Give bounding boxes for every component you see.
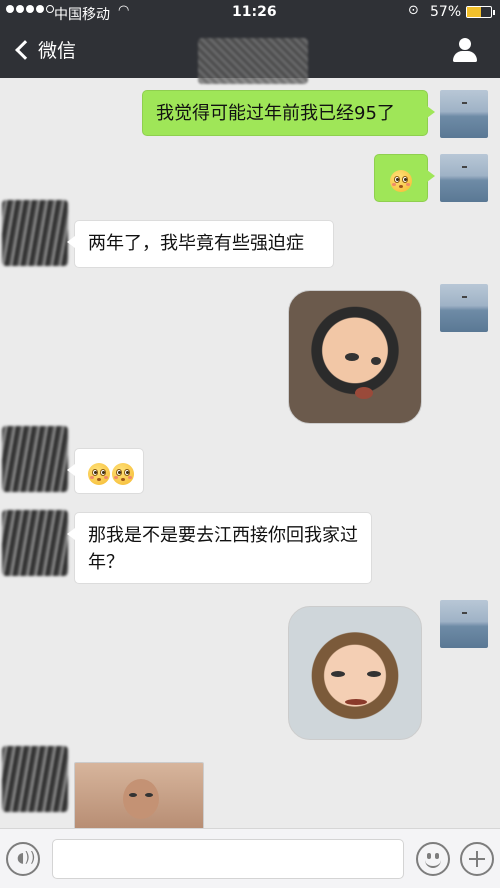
message-text: 两年了，我毕竟有些强迫症 (88, 233, 304, 254)
contact-avatar[interactable] (2, 426, 68, 492)
battery-icon (466, 6, 495, 18)
back-label: 微信 (38, 40, 77, 62)
carrier-label: 中国移动 (54, 7, 110, 23)
message-bubble-other[interactable]: 那我是不是要去江西接你回我家过年？ (67, 512, 372, 584)
back-chevron-icon (15, 39, 35, 60)
message-input[interactable] (52, 839, 404, 879)
top-bar: 中国移动 ◠ 11:26 ⊙ 57% 微信 (0, 0, 500, 84)
battery-percent: 57% (430, 4, 462, 20)
my-avatar[interactable] (440, 600, 488, 648)
rotation-lock-icon: ⊙ (408, 3, 419, 18)
message-text: 那我是不是要去江西接你回我家过年？ (88, 525, 358, 573)
boy-side-eye-sticker[interactable] (288, 290, 422, 424)
voice-icon[interactable]: ◖)) (6, 842, 40, 876)
nav-bar: 微信 (0, 28, 500, 84)
my-avatar[interactable] (440, 154, 488, 202)
wifi-icon: ◠ (118, 3, 130, 18)
message-bubble-other[interactable]: 两年了，我毕竟有些强迫症 (67, 220, 334, 268)
chat-area[interactable]: 我觉得可能过年前我已经95了 两年了，我毕竟有些强迫症 那我是不是要去江西接你回… (0, 78, 500, 828)
my-avatar[interactable] (440, 284, 488, 332)
message-bubble-me[interactable] (374, 154, 435, 202)
message-bubble-other[interactable] (67, 448, 144, 494)
status-bar: 中国移动 ◠ 11:26 ⊙ 57% (0, 0, 500, 26)
input-bar: ◖)) (0, 828, 500, 888)
flushed-emoji-icon (112, 463, 134, 485)
message-bubble-me[interactable]: 我觉得可能过年前我已经95了 (142, 90, 435, 136)
contact-avatar[interactable] (2, 200, 68, 266)
contact-avatar[interactable] (2, 510, 68, 576)
man-photo-sticker[interactable] (74, 762, 204, 828)
flushed-emoji-icon (390, 170, 412, 192)
contact-avatar[interactable] (2, 746, 68, 812)
back-button[interactable]: 微信 (14, 36, 76, 63)
plus-icon[interactable] (460, 842, 494, 876)
profile-icon[interactable] (452, 38, 478, 64)
boy-smirk-sticker[interactable] (288, 606, 422, 740)
clock: 11:26 (232, 4, 277, 20)
emoji-icon[interactable] (416, 842, 450, 876)
signal-dots-icon (6, 5, 54, 13)
flushed-emoji-icon (88, 463, 110, 485)
message-text: 我觉得可能过年前我已经95了 (156, 103, 395, 124)
my-avatar[interactable] (440, 90, 488, 138)
